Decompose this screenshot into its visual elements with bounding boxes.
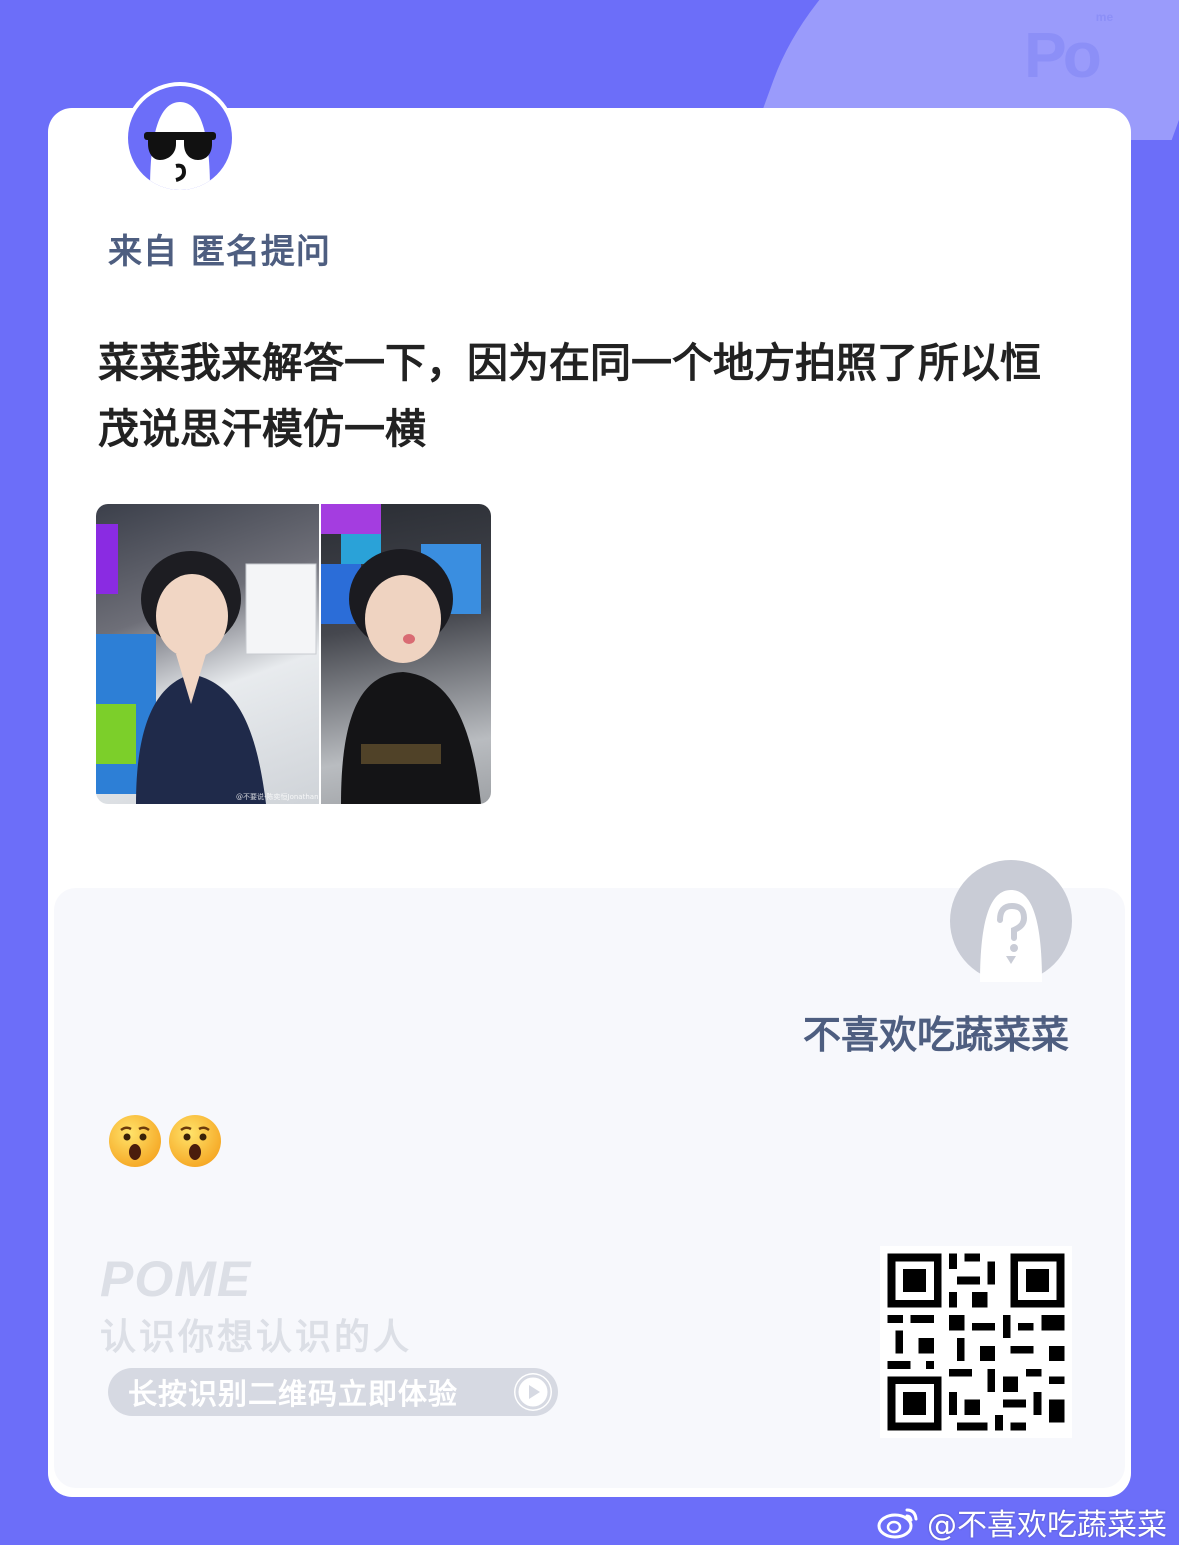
cta-label: 长按识别二维码立即体验: [128, 1377, 459, 1411]
scan-qr-cta[interactable]: 长按识别二维码立即体验: [108, 1368, 558, 1416]
po-logo-icon: Pome: [1024, 9, 1114, 91]
photo-2[interactable]: [320, 504, 491, 804]
photo-watermark: @不要说-陈奕恒Jonathan: [236, 793, 319, 801]
answer-text: [108, 1114, 222, 1168]
brand-name: POME: [100, 1251, 252, 1307]
brand-slogan: 认识你想认识的人: [100, 1317, 413, 1358]
question-text: 菜菜我来解答一下，因为在同一个地方拍照了所以恒茂说思汗模仿一横: [98, 339, 1041, 453]
weibo-watermark: @不喜欢吃蔬菜菜: [877, 1500, 1167, 1544]
answerer-name[interactable]: 不喜欢吃蔬菜菜: [803, 1004, 1069, 1059]
astonished-face-icon: [169, 1115, 221, 1167]
question-photos[interactable]: @不要说-陈奕恒Jonathan: [96, 504, 491, 804]
question-source-label: 来自 匿名提问: [108, 232, 331, 272]
weibo-watermark-text: @不喜欢吃蔬菜菜: [927, 1508, 1167, 1543]
astonished-face-icon: [109, 1115, 161, 1167]
asker-avatar[interactable]: [124, 82, 236, 194]
photo-1[interactable]: @不要说-陈奕恒Jonathan: [96, 504, 319, 804]
qr-code-icon[interactable]: [880, 1246, 1072, 1438]
question-avatar-icon[interactable]: [950, 860, 1072, 982]
weibo-icon: [877, 1508, 918, 1539]
sunglasses-avatar-icon: [144, 102, 216, 190]
play-icon: [514, 1373, 552, 1411]
